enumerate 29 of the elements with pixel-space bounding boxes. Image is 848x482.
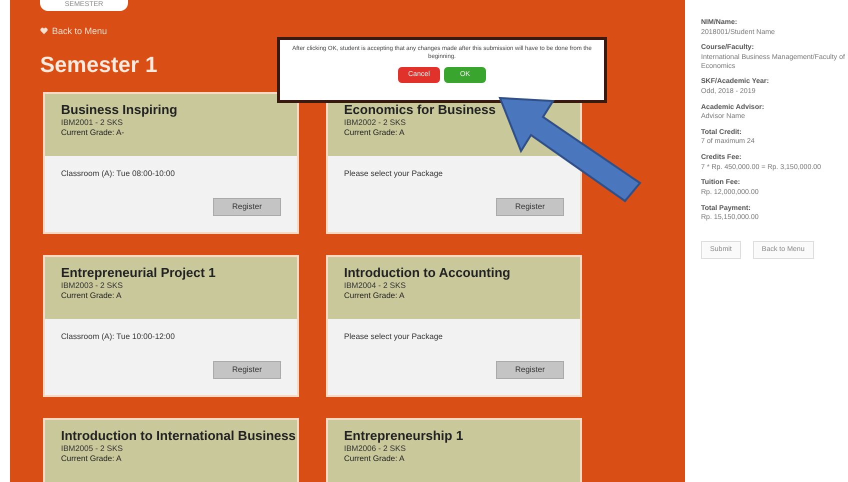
course-title: Entrepreneurial Project 1 — [61, 265, 216, 282]
course-info: Classroom (A): Tue 08:00-10:00 — [61, 168, 176, 180]
current-grade: Current Grade: A — [344, 128, 404, 138]
course-title: Entrepreneurship 1 — [344, 428, 464, 444]
course-info: Please select your Package — [344, 168, 444, 180]
heart-icon — [40, 27, 48, 36]
course-code: IBM2006 - 2 SKS — [344, 444, 406, 454]
course-code: IBM2005 - 2 SKS — [61, 444, 123, 454]
course-info: Please select your Package — [344, 331, 444, 343]
current-grade: Current Grade: A — [61, 291, 122, 302]
course-code: IBM2001 - 2 SKS — [61, 118, 123, 128]
course-code: IBM2002 - 2 SKS — [344, 118, 406, 128]
register-button[interactable]: Register — [213, 198, 281, 216]
course-title: Introduction to Accounting — [344, 265, 510, 282]
course-title: Business Inspiring — [61, 102, 178, 118]
course-info: Classroom (A): Tue 10:00-12:00 — [61, 331, 176, 343]
current-grade: Current Grade: A- — [61, 128, 124, 138]
course-code: IBM2003 - 2 SKS — [61, 281, 123, 292]
current-grade: Current Grade: A — [344, 291, 404, 302]
current-grade: Current Grade: A — [61, 454, 122, 464]
course-code: IBM2004 - 2 SKS — [344, 281, 406, 292]
register-button[interactable]: Register — [496, 198, 564, 216]
course-title: Economics for Business — [344, 102, 496, 118]
current-grade: Current Grade: A — [344, 454, 404, 464]
course-title: Introduction to International Business — [61, 428, 296, 444]
back-link[interactable]: Back to Menu — [52, 24, 108, 38]
register-button[interactable]: Register — [213, 361, 281, 379]
page-heading: Semester 1 — [40, 54, 158, 76]
register-button[interactable]: Register — [496, 361, 564, 379]
